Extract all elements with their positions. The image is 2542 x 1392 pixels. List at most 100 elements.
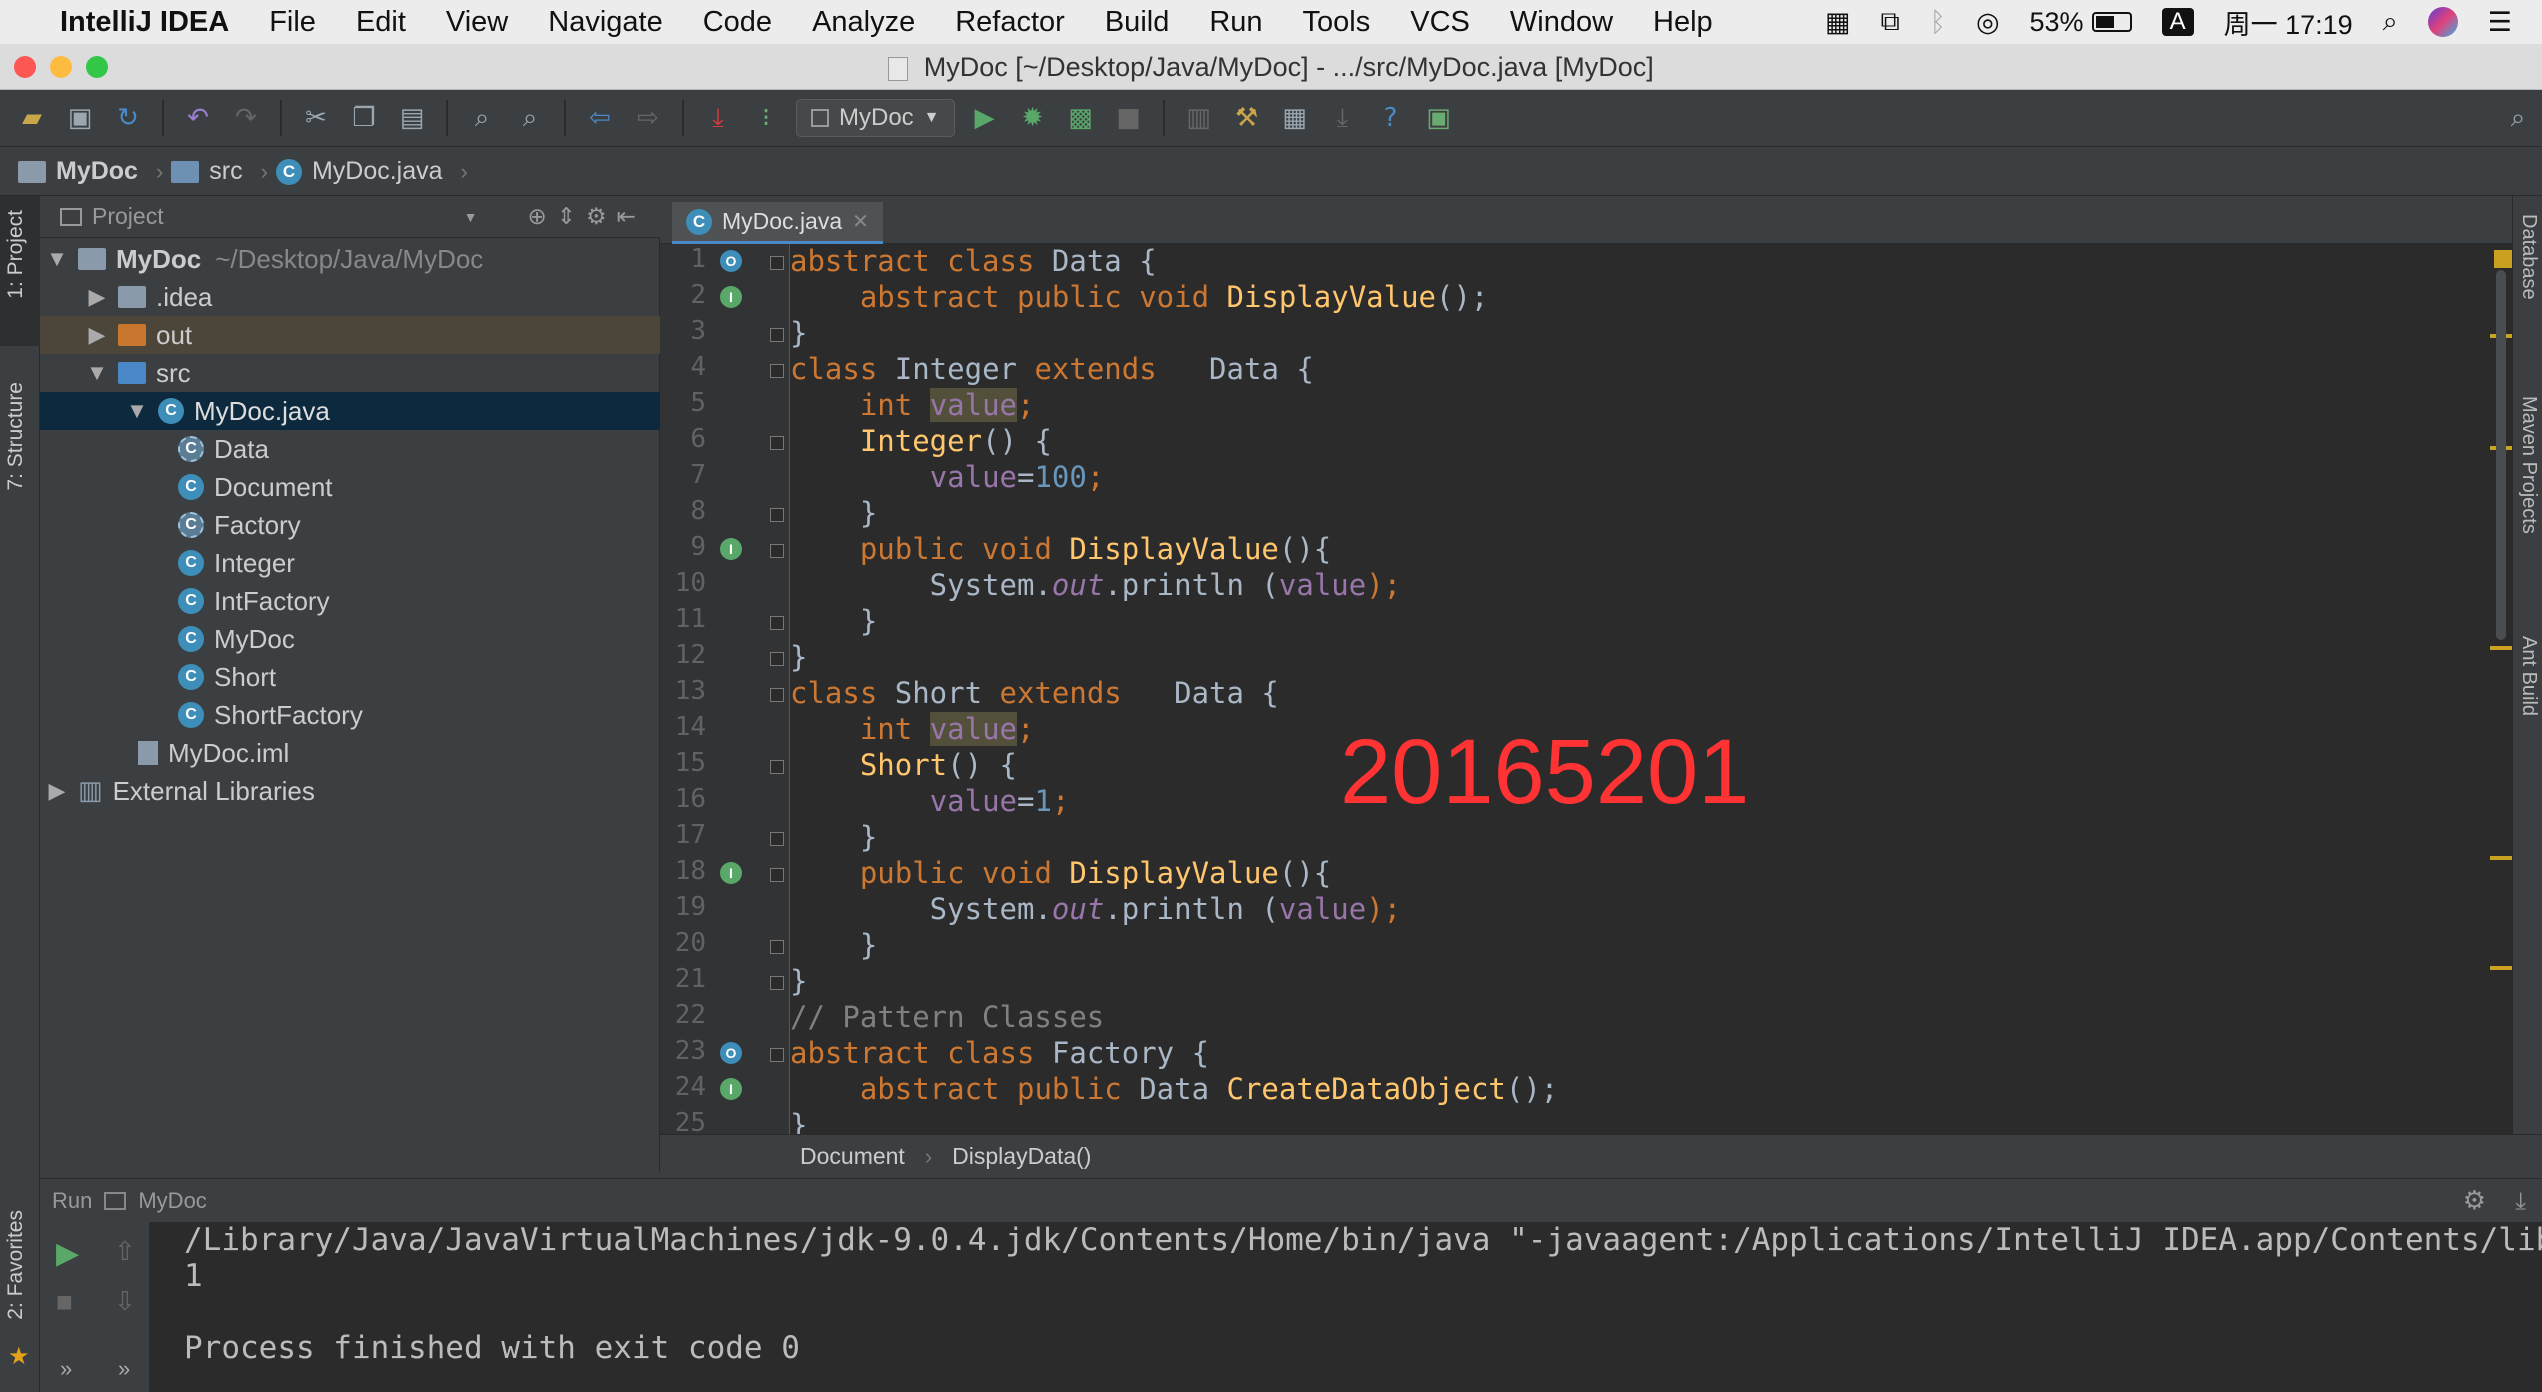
bluetooth-icon[interactable]: ᛒ: [1930, 7, 1946, 38]
collapse-all-icon[interactable]: ⇕: [557, 204, 576, 230]
fold-marker-icon[interactable]: [770, 688, 784, 702]
tool-tab-database[interactable]: Database: [2517, 214, 2540, 300]
synchronize-icon[interactable]: ↻: [110, 100, 146, 136]
rerun-icon[interactable]: ▶: [56, 1236, 79, 1271]
fold-marker-icon[interactable]: [770, 616, 784, 630]
tree-node-class-document[interactable]: C Document: [40, 468, 660, 506]
close-tab-icon[interactable]: ✕: [852, 209, 869, 234]
menu-run[interactable]: Run: [1189, 6, 1282, 39]
editor-breadcrumb-method[interactable]: DisplayData(): [952, 1143, 1091, 1170]
tree-node-out[interactable]: ▶ out: [40, 316, 660, 354]
code-line[interactable]: value=100;: [790, 460, 1105, 494]
hide-panel-icon[interactable]: ⤓: [2515, 1187, 2526, 1215]
hide-panel-icon[interactable]: ⇤: [617, 204, 636, 230]
fold-marker-icon[interactable]: [770, 760, 784, 774]
settings-wrench-icon[interactable]: ⚒: [1229, 100, 1265, 136]
breadcrumb-project[interactable]: MyDoc: [18, 157, 148, 186]
build-download-icon[interactable]: ⤓: [700, 100, 736, 136]
screen-share-icon[interactable]: ⧉: [1880, 6, 1899, 38]
code-line[interactable]: abstract class Data {: [790, 244, 1157, 278]
redo-icon[interactable]: ↷: [228, 100, 264, 136]
tool-tab-project[interactable]: 1: Project: [4, 210, 28, 299]
tree-node-class-shortfactory[interactable]: C ShortFactory: [40, 696, 660, 734]
cut-icon[interactable]: ✂: [298, 100, 334, 136]
clock[interactable]: 周一 17:19: [2224, 3, 2353, 42]
expand-arrow-icon[interactable]: ▼: [126, 398, 148, 424]
chevron-down-icon[interactable]: ▼: [464, 209, 478, 225]
tree-node-src[interactable]: ▼ src: [40, 354, 660, 392]
scroll-up-icon[interactable]: ⇧: [114, 1236, 136, 1267]
code-line[interactable]: Integer() {: [790, 424, 1052, 458]
tree-node-mydoc-java[interactable]: ▼ C MyDoc.java: [40, 392, 660, 430]
tree-node-class-intfactory[interactable]: C IntFactory: [40, 582, 660, 620]
menu-vcs[interactable]: VCS: [1390, 6, 1490, 39]
fold-marker-icon[interactable]: [770, 868, 784, 882]
update-icon[interactable]: ⤓: [1325, 100, 1361, 136]
code-line[interactable]: abstract public void DisplayValue();: [790, 280, 1489, 314]
dock-icon[interactable]: ▦: [1825, 7, 1851, 38]
run-with-coverage-icon[interactable]: ▩: [1063, 100, 1099, 136]
more-actions-icon[interactable]: »: [60, 1356, 72, 1382]
code-line[interactable]: public void DisplayValue(){: [790, 532, 1331, 566]
expand-arrow-icon[interactable]: ▼: [86, 360, 108, 386]
settings-gear-icon[interactable]: ⚙: [2463, 1186, 2486, 1216]
editor-tab-mydoc-java[interactable]: C MyDoc.java ✕: [672, 202, 883, 244]
menu-build[interactable]: Build: [1085, 6, 1190, 39]
stop-icon[interactable]: ■: [1111, 100, 1147, 136]
code-line[interactable]: public void DisplayValue(){: [790, 856, 1331, 890]
scroll-down-icon[interactable]: ⇩: [114, 1286, 136, 1317]
editor-breadcrumb-class[interactable]: Document: [800, 1143, 905, 1170]
copy-icon[interactable]: ❐: [346, 100, 382, 136]
implemented-icon[interactable]: I: [720, 286, 742, 308]
fold-marker-icon[interactable]: [770, 832, 784, 846]
open-icon[interactable]: ▰: [14, 100, 50, 136]
menu-tools[interactable]: Tools: [1283, 6, 1391, 39]
editor-gutter[interactable]: 1 2 3 4 5 6 7 8 9 10 11 12 13 14 15 16 1…: [660, 244, 790, 1134]
menu-view[interactable]: View: [426, 6, 528, 39]
code-line[interactable]: }: [790, 964, 807, 998]
fold-marker-icon[interactable]: [770, 256, 784, 270]
make-project-icon[interactable]: ⁝: [748, 100, 784, 136]
tool-tab-structure[interactable]: 7: Structure: [4, 382, 28, 491]
tool-tab-ant-build[interactable]: Ant Build: [2517, 636, 2540, 716]
debug-icon[interactable]: ✹: [1015, 100, 1051, 136]
menu-app-name[interactable]: IntelliJ IDEA: [40, 6, 249, 39]
tree-node-class-integer[interactable]: C Integer: [40, 544, 660, 582]
menu-refactor[interactable]: Refactor: [935, 6, 1085, 39]
code-line[interactable]: int value;: [790, 712, 1034, 746]
code-line[interactable]: }: [790, 640, 807, 674]
fold-marker-icon[interactable]: [770, 940, 784, 954]
tree-node-class-mydoc[interactable]: C MyDoc: [40, 620, 660, 658]
paste-icon[interactable]: ▤: [394, 100, 430, 136]
fold-marker-icon[interactable]: [770, 544, 784, 558]
code-line[interactable]: }: [790, 820, 877, 854]
search-everywhere-icon[interactable]: ⌕: [2500, 100, 2536, 136]
scroll-from-source-icon[interactable]: ⊕: [527, 204, 546, 230]
code-line[interactable]: }: [790, 316, 807, 350]
breadcrumb-file[interactable]: C MyDoc.java: [275, 157, 453, 186]
fold-marker-icon[interactable]: [770, 652, 784, 666]
find-icon[interactable]: ⌕: [464, 100, 500, 136]
tree-node-class-factory[interactable]: C Factory: [40, 506, 660, 544]
run-icon[interactable]: ▶: [967, 100, 1003, 136]
code-line[interactable]: }: [790, 496, 877, 530]
fold-marker-icon[interactable]: [770, 364, 784, 378]
menu-edit[interactable]: Edit: [336, 6, 426, 39]
expand-arrow-icon[interactable]: ▶: [86, 284, 108, 310]
forward-icon[interactable]: ⇨: [630, 100, 666, 136]
siri-icon[interactable]: [2427, 7, 2458, 37]
sdk-icon[interactable]: ▦: [1277, 100, 1313, 136]
minimize-window-button[interactable]: [50, 56, 72, 78]
wifi-icon[interactable]: ◎: [1976, 7, 2000, 38]
tree-node-class-short[interactable]: C Short: [40, 658, 660, 696]
menu-file[interactable]: File: [249, 6, 336, 39]
code-line[interactable]: // Pattern Classes: [790, 1000, 1104, 1034]
fold-marker-icon[interactable]: [770, 436, 784, 450]
run-console[interactable]: /Library/Java/JavaVirtualMachines/jdk-9.…: [150, 1222, 2542, 1392]
breadcrumb-src[interactable]: src: [171, 157, 252, 186]
undo-icon[interactable]: ↶: [180, 100, 216, 136]
settings-gear-icon[interactable]: ⚙: [586, 204, 607, 230]
editor-scrollbar-thumb[interactable]: [2496, 270, 2506, 640]
save-all-icon[interactable]: ▣: [62, 100, 98, 136]
run-panel-title[interactable]: Run: [52, 1188, 92, 1214]
